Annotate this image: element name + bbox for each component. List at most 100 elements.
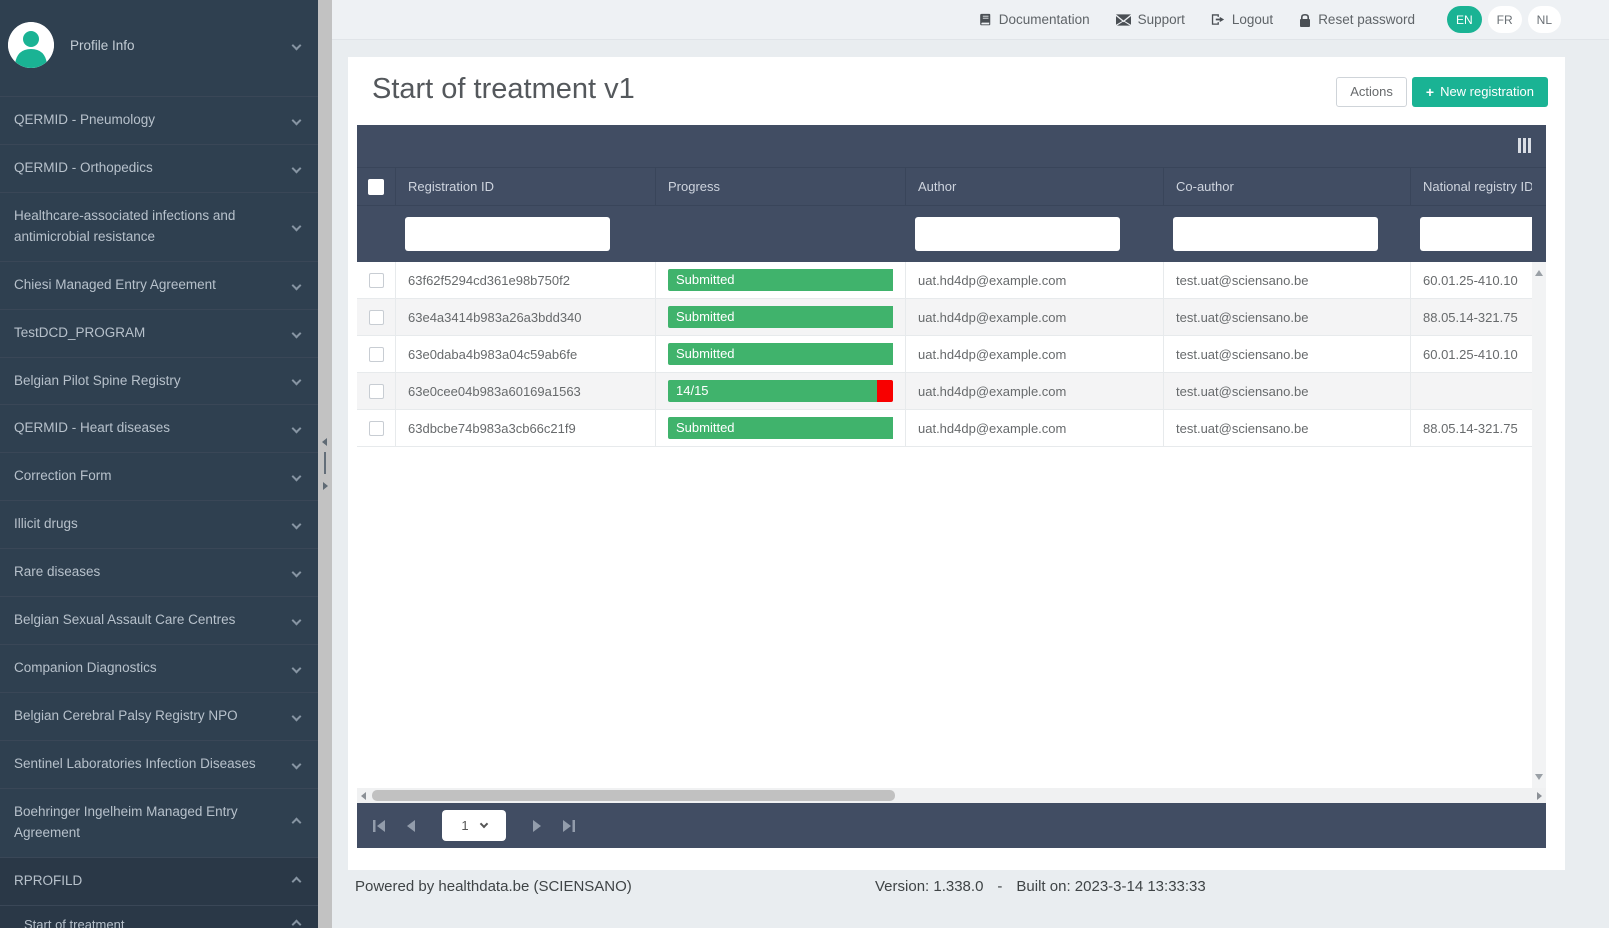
sidebar-item-label: Illicit drugs — [14, 514, 283, 535]
column-header-national-registry-id[interactable]: National registry ID — [1410, 168, 1532, 205]
new-registration-button[interactable]: + New registration — [1412, 77, 1548, 107]
sidebar-item-belgian-pilot-spine[interactable]: Belgian Pilot Spine Registry — [0, 357, 318, 405]
logout-link[interactable]: Logout — [1211, 12, 1273, 27]
sidebar-item-start-of-treatment[interactable]: Start of treatment — [0, 905, 318, 928]
scroll-left-arrow-icon[interactable] — [361, 792, 366, 800]
registration-id-cell: 63e4a3414b983a26a3bdd340 — [395, 299, 655, 335]
sidebar-item-sexual-assault-centres[interactable]: Belgian Sexual Assault Care Centres — [0, 596, 318, 644]
sidebar-item-rare-diseases[interactable]: Rare diseases — [0, 548, 318, 596]
filter-cell-co-author — [1163, 206, 1410, 262]
chevron-down-icon — [292, 376, 302, 386]
actions-button[interactable]: Actions — [1336, 77, 1407, 107]
chevron-down-icon — [292, 616, 302, 626]
first-page-button[interactable] — [373, 820, 386, 832]
table-row[interactable]: 63f62f5294cd361e98b750f2 Submitted uat.h… — [357, 262, 1546, 299]
registration-id-filter-input[interactable] — [405, 217, 610, 251]
sidebar-item-cerebral-palsy-npo[interactable]: Belgian Cerebral Palsy Registry NPO — [0, 692, 318, 740]
sidebar-item-chiesi[interactable]: Chiesi Managed Entry Agreement — [0, 261, 318, 309]
reset-password-label: Reset password — [1318, 12, 1415, 27]
documentation-link[interactable]: Documentation — [978, 12, 1090, 27]
chevron-down-icon — [292, 711, 302, 721]
progress-cell: Submitted — [655, 299, 905, 335]
next-page-button[interactable] — [532, 820, 542, 832]
row-checkbox[interactable] — [369, 273, 384, 288]
scroll-right-arrow-icon[interactable] — [1537, 792, 1542, 800]
row-checkbox[interactable] — [369, 347, 384, 362]
page-select[interactable]: 1 — [442, 810, 506, 841]
author-filter-input[interactable] — [915, 217, 1120, 251]
filter-cell-empty — [357, 206, 395, 262]
support-label: Support — [1138, 12, 1185, 27]
page-title: Start of treatment v1 — [372, 73, 635, 106]
table-row[interactable]: 63dbcbe74b983a3cb66c21f9 Submitted uat.h… — [357, 410, 1546, 447]
author-cell: uat.hd4dp@example.com — [905, 262, 1163, 298]
column-header-co-author[interactable]: Co-author — [1163, 168, 1410, 205]
chevron-up-icon — [292, 876, 302, 886]
avatar — [8, 22, 54, 68]
column-chooser-icon[interactable] — [1518, 138, 1534, 154]
progress-label: Submitted — [668, 417, 893, 439]
reset-password-link[interactable]: Reset password — [1299, 12, 1415, 27]
language-fr-button[interactable]: FR — [1488, 6, 1522, 33]
column-header-registration-id[interactable]: Registration ID — [395, 168, 655, 205]
select-all-checkbox[interactable] — [368, 179, 384, 195]
row-checkbox[interactable] — [369, 421, 384, 436]
chevron-down-icon — [292, 328, 302, 338]
sidebar-scrollbar[interactable] — [318, 0, 332, 928]
language-en-button[interactable]: EN — [1447, 6, 1482, 33]
progress-label: Submitted — [668, 269, 893, 291]
sidebar-item-healthcare-infections[interactable]: Healthcare-associated infections and ant… — [0, 192, 318, 261]
scroll-down-arrow-icon[interactable] — [1535, 774, 1543, 780]
column-header-author[interactable]: Author — [905, 168, 1163, 205]
card-header: Start of treatment v1 Actions + New regi… — [348, 57, 1565, 125]
sidebar-item-correction-form[interactable]: Correction Form — [0, 452, 318, 500]
sidebar-item-label: Correction Form — [14, 466, 283, 487]
progress-bar: 14/15 — [668, 380, 893, 402]
co-author-filter-input[interactable] — [1173, 217, 1378, 251]
sidebar-item-qermid-orthopedics[interactable]: QERMID - Orthopedics — [0, 144, 318, 192]
language-switcher: EN FR NL — [1447, 6, 1561, 33]
sidebar-item-label: Rare diseases — [14, 562, 283, 583]
previous-page-button[interactable] — [406, 820, 416, 832]
table-row[interactable]: 63e0cee04b983a60169a1563 14/15 uat.hd4dp… — [357, 373, 1546, 410]
author-cell: uat.hd4dp@example.com — [905, 410, 1163, 446]
table-row[interactable]: 63e4a3414b983a26a3bdd340 Submitted uat.h… — [357, 299, 1546, 336]
sidebar-item-qermid-pneumology[interactable]: QERMID - Pneumology — [0, 96, 318, 144]
scroll-right-arrow-icon[interactable] — [323, 482, 328, 490]
author-cell: uat.hd4dp@example.com — [905, 299, 1163, 335]
sidebar-item-boehringer[interactable]: Boehringer Ingelheim Managed Entry Agree… — [0, 788, 318, 857]
row-checkbox[interactable] — [369, 384, 384, 399]
registrations-grid: Registration ID Progress Author Co-autho… — [357, 125, 1546, 848]
author-cell: uat.hd4dp@example.com — [905, 336, 1163, 372]
scrollbar-thumb[interactable] — [372, 790, 895, 801]
pagination-bar: 1 — [357, 803, 1546, 848]
row-checkbox[interactable] — [369, 310, 384, 325]
sidebar-item-rprofild[interactable]: RPROFILD — [0, 857, 318, 905]
national-registry-id-filter-input[interactable] — [1420, 217, 1532, 251]
progress-bar: Submitted — [668, 269, 893, 291]
sidebar-item-qermid-heart[interactable]: QERMID - Heart diseases — [0, 404, 318, 452]
table-row[interactable]: 63e0daba4b983a04c59ab6fe Submitted uat.h… — [357, 336, 1546, 373]
national-registry-id-cell: 60.01.25-410.10 — [1410, 336, 1532, 372]
sidebar-item-companion-diagnostics[interactable]: Companion Diagnostics — [0, 644, 318, 692]
support-link[interactable]: Support — [1116, 12, 1185, 27]
sidebar-item-label: Boehringer Ingelheim Managed Entry Agree… — [14, 802, 283, 844]
sidebar-item-label: Start of treatment — [24, 915, 283, 928]
chevron-down-icon — [292, 424, 302, 434]
column-header-progress[interactable]: Progress — [655, 168, 905, 205]
sidebar-profile[interactable]: Profile Info — [0, 0, 318, 96]
table-horizontal-scrollbar[interactable] — [357, 788, 1546, 803]
sidebar-item-sentinel-labs[interactable]: Sentinel Laboratories Infection Diseases — [0, 740, 318, 788]
profile-info-label: Profile Info — [70, 38, 293, 53]
sidebar-item-illicit-drugs[interactable]: Illicit drugs — [0, 500, 318, 548]
scrollbar-thumb[interactable] — [324, 452, 326, 474]
scroll-up-arrow-icon[interactable] — [1535, 270, 1543, 276]
sidebar-item-testdcd-program[interactable]: TestDCD_PROGRAM — [0, 309, 318, 357]
language-nl-button[interactable]: NL — [1528, 6, 1561, 33]
scroll-left-arrow-icon[interactable] — [322, 438, 327, 446]
national-registry-id-cell: 88.05.14-321.75 — [1410, 299, 1532, 335]
sidebar-item-label: RPROFILD — [14, 871, 283, 892]
last-page-button[interactable] — [562, 820, 575, 832]
registration-id-cell: 63e0cee04b983a60169a1563 — [395, 373, 655, 409]
table-vertical-scrollbar[interactable] — [1532, 262, 1546, 788]
